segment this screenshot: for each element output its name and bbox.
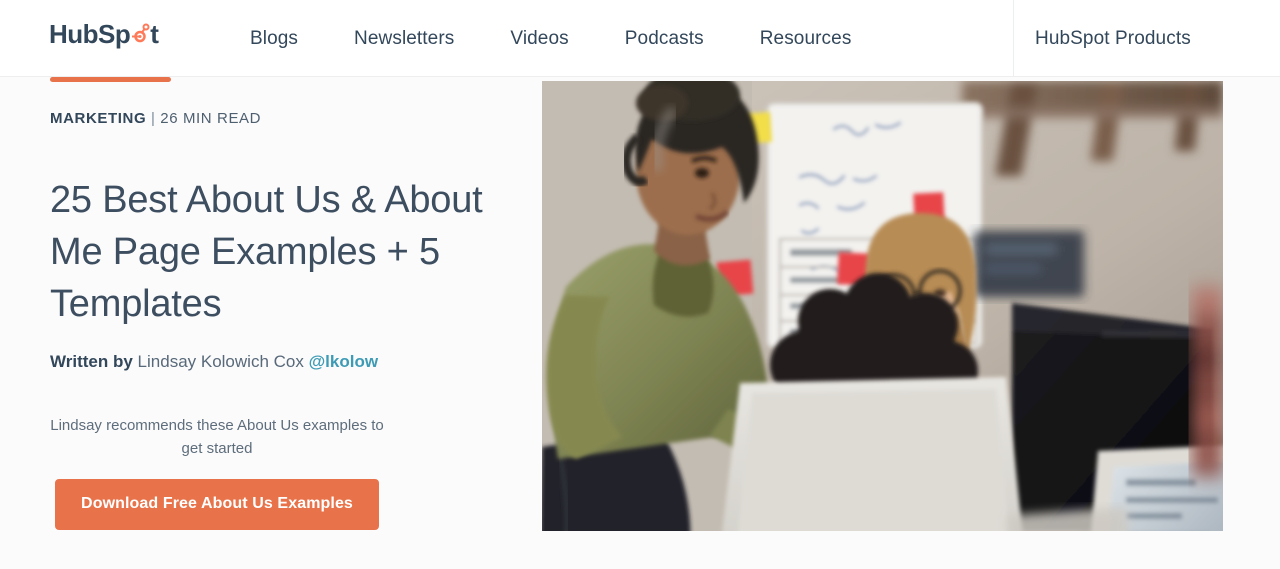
article-category[interactable]: MARKETING <box>50 110 146 127</box>
nav-item-hubspot-products[interactable]: HubSpot Products <box>1035 0 1191 77</box>
site-header: HubSp t Blogs Newsletters Videos Podcast… <box>0 0 1280 77</box>
reading-progress-fill <box>50 77 171 82</box>
logo-text-before: HubSp <box>49 19 131 49</box>
download-free-examples-button[interactable]: Download Free About Us Examples <box>55 479 379 530</box>
main-navigation: Blogs Newsletters Videos Podcasts Resour… <box>250 0 879 77</box>
article-meta: MARKETING | 26 MIN READ <box>50 110 261 127</box>
blog-article-page: HubSp t Blogs Newsletters Videos Podcast… <box>0 0 1280 569</box>
article-byline: Written by Lindsay Kolowich Cox @lkolow <box>50 352 378 372</box>
logo-text-after: t <box>150 19 159 49</box>
nav-item-podcasts[interactable]: Podcasts <box>597 0 732 77</box>
nav-item-blogs[interactable]: Blogs <box>250 0 326 77</box>
cta-block: Lindsay recommends these About Us exampl… <box>50 414 384 530</box>
nav-item-videos[interactable]: Videos <box>482 0 596 77</box>
article-hero-image <box>542 81 1223 531</box>
hubspot-sprocket-icon <box>129 23 151 45</box>
nav-item-newsletters[interactable]: Newsletters <box>326 0 482 77</box>
header-divider <box>1013 0 1014 77</box>
nav-item-resources[interactable]: Resources <box>732 0 880 77</box>
byline-prefix: Written by <box>50 352 133 371</box>
meta-separator: | <box>151 110 156 127</box>
hubspot-logo[interactable]: HubSp t <box>49 19 159 53</box>
author-social-handle[interactable]: @lkolow <box>309 352 378 371</box>
article-read-time: 26 MIN READ <box>160 110 262 127</box>
cta-description-line-2: get started <box>181 440 253 457</box>
author-name[interactable]: Lindsay Kolowich Cox <box>138 352 304 371</box>
page-title: 25 Best About Us & About Me Page Example… <box>50 179 483 325</box>
cta-description-line-1: Lindsay recommends these About Us exampl… <box>50 417 384 434</box>
